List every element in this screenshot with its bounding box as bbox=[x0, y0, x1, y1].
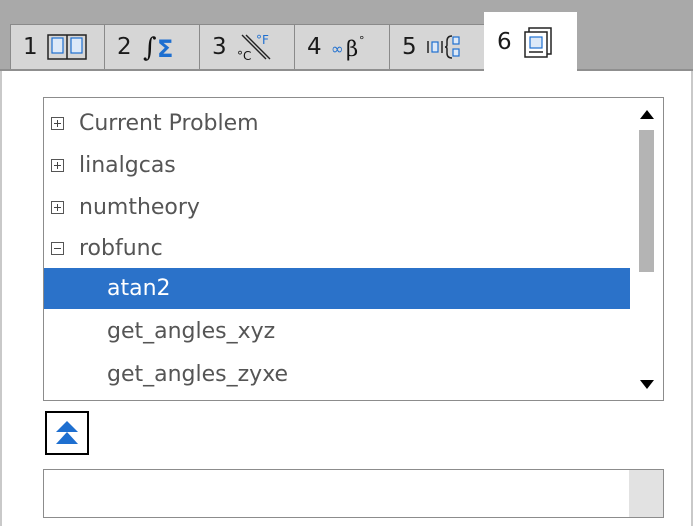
tree-item-label: linalgcas bbox=[79, 153, 176, 178]
tab-2[interactable]: 2 ∫ Σ bbox=[104, 24, 200, 69]
tab-number: 1 bbox=[23, 34, 38, 60]
tree-item-label: get_angles_zyxe bbox=[107, 362, 289, 387]
tree-item-robfunc[interactable]: robfunc bbox=[44, 228, 631, 269]
tree-item-label: robfunc bbox=[79, 236, 163, 261]
integral-sigma-icon: ∫ Σ bbox=[141, 32, 181, 62]
tab-number: 4 bbox=[307, 34, 322, 60]
svg-text:°F: °F bbox=[256, 33, 269, 47]
svg-text:Σ: Σ bbox=[157, 35, 173, 62]
tab-number: 6 bbox=[497, 29, 512, 55]
tree-item-label: atan2 bbox=[107, 276, 171, 301]
scroll-down-arrow-icon[interactable] bbox=[640, 380, 654, 389]
templates-icon bbox=[426, 32, 466, 62]
svg-text:β: β bbox=[346, 37, 358, 61]
tree-item-numtheory[interactable]: numtheory bbox=[44, 187, 631, 228]
tree-item-label: numtheory bbox=[79, 195, 200, 220]
double-chevron-up-icon bbox=[56, 421, 78, 444]
entry-input[interactable] bbox=[44, 470, 629, 517]
tree-item-current-problem[interactable]: Current Problem bbox=[44, 103, 631, 144]
svg-text:°: ° bbox=[359, 34, 365, 47]
collapse-icon[interactable] bbox=[51, 242, 64, 255]
expand-icon[interactable] bbox=[51, 159, 64, 172]
tab-bar: 1 2 ∫ Σ 3 °F °C 4 ∞ β ° 5 6 bbox=[0, 0, 693, 71]
tab-6[interactable]: 6 bbox=[484, 12, 577, 71]
tree-item-label: Current Problem bbox=[79, 111, 259, 136]
book-icon bbox=[46, 32, 87, 62]
entry-scrollbar[interactable] bbox=[629, 470, 663, 517]
tree-item-get-angles-xyz[interactable]: get_angles_xyz bbox=[44, 311, 631, 352]
tab-3[interactable]: 3 °F °C bbox=[199, 24, 295, 69]
tab-5[interactable]: 5 bbox=[389, 24, 485, 69]
tab-number: 5 bbox=[402, 34, 417, 60]
scroll-up-arrow-icon[interactable] bbox=[640, 110, 654, 119]
library-tree[interactable]: Current Problem linalgcas numtheory robf… bbox=[43, 97, 664, 401]
svg-text:∞: ∞ bbox=[331, 40, 344, 58]
collapse-all-button[interactable] bbox=[45, 411, 89, 455]
library-icon bbox=[521, 25, 555, 59]
tab-1[interactable]: 1 bbox=[10, 24, 105, 69]
scrollbar-thumb[interactable] bbox=[639, 130, 654, 272]
tree-item-linalgcas[interactable]: linalgcas bbox=[44, 145, 631, 186]
tab-number: 3 bbox=[212, 34, 227, 60]
svg-text:∫: ∫ bbox=[143, 33, 157, 62]
symbols-icon: ∞ β ° bbox=[331, 32, 371, 62]
unit-conversion-icon: °F °C bbox=[236, 31, 276, 63]
expand-icon[interactable] bbox=[51, 201, 64, 214]
tree-scrollbar[interactable] bbox=[630, 98, 663, 400]
tree-item-atan2[interactable]: atan2 bbox=[44, 268, 631, 309]
expand-icon[interactable] bbox=[51, 117, 64, 130]
tab-number: 2 bbox=[117, 34, 132, 60]
svg-text:°C: °C bbox=[237, 49, 251, 63]
tab-4[interactable]: 4 ∞ β ° bbox=[294, 24, 390, 69]
tree-item-get-angles-zyxe[interactable]: get_angles_zyxe bbox=[44, 354, 631, 395]
entry-field[interactable] bbox=[43, 469, 664, 518]
tree-item-label: get_angles_xyz bbox=[107, 319, 276, 344]
